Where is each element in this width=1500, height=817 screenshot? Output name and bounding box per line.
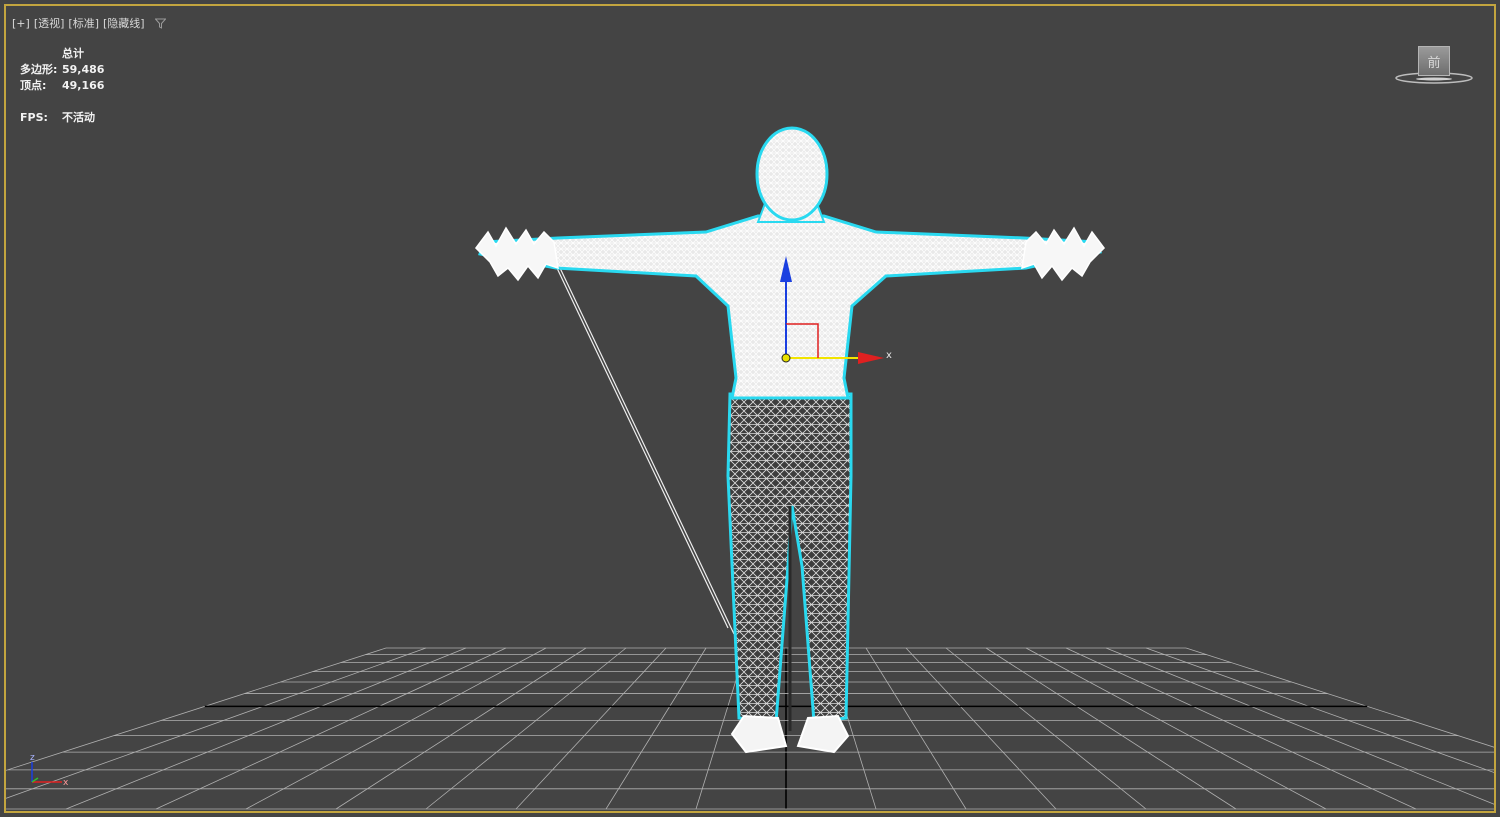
stats-vertices-label: 顶点:: [20, 79, 47, 92]
grid-line: [515, 647, 667, 810]
grid-line: [1185, 647, 1494, 748]
gizmo-x-arrow[interactable]: [858, 352, 884, 364]
grid-line: [985, 647, 1237, 810]
gizmo-pivot[interactable]: [781, 353, 791, 363]
grid-line: [425, 647, 627, 810]
tripod-x-label: x: [63, 778, 69, 788]
stats-fps-value: 不活动: [62, 111, 95, 124]
character-head: [755, 126, 829, 222]
stats-header: 总计: [62, 47, 84, 60]
character-right-hand: [1021, 226, 1105, 282]
viewport-label-menu: [+] [透视] [标准] [隐藏线]: [12, 15, 166, 31]
grid-line: [65, 647, 467, 810]
stats-vertices-value: 49,166: [62, 79, 105, 92]
viewport-point-of-view-menu[interactable]: [透视]: [34, 15, 65, 31]
stats-polygons-label: 多边形:: [20, 63, 58, 76]
stray-edge-line: [555, 265, 729, 629]
character-torso: [478, 214, 1103, 400]
grid-line: [245, 647, 547, 810]
grid-line: [335, 647, 587, 810]
viewport-shading-menu[interactable]: [标准]: [68, 15, 99, 31]
viewport-general-menu[interactable]: [+]: [12, 17, 30, 30]
grid-line: [605, 647, 707, 810]
character-left-foot: [730, 714, 788, 754]
character-right-foot: [796, 714, 850, 754]
stats-fps-label: FPS:: [20, 111, 48, 124]
view-cube-front-face[interactable]: 前: [1418, 46, 1450, 76]
grid-line: [905, 647, 1057, 810]
world-axis-tripod: z x: [30, 753, 69, 788]
grid-line: [1025, 647, 1327, 810]
grid-line: [1065, 647, 1417, 810]
viewport-statistics: 总计 多边形: 59,486 顶点: 49,166 FPS: 不活动: [20, 46, 104, 126]
character-left-hand: [475, 226, 559, 282]
perspective-viewport[interactable]: x [+] [透视] [标准] [隐藏线] 总计 多边形: 59,486 顶点:…: [4, 4, 1496, 813]
grid-line: [155, 647, 507, 810]
gizmo-x-label: x: [886, 350, 892, 361]
tripod-z-label: z: [30, 753, 35, 763]
stats-polygons-value: 59,486: [62, 63, 105, 76]
grid-line: [865, 647, 967, 810]
grid-line: [945, 647, 1147, 810]
filter-icon[interactable]: [154, 18, 166, 29]
viewport-display-mode-menu[interactable]: [隐藏线]: [103, 15, 145, 31]
view-cube[interactable]: 前: [1394, 44, 1474, 88]
scene-canvas[interactable]: x: [6, 6, 1494, 811]
stray-edge-line: [559, 267, 735, 635]
